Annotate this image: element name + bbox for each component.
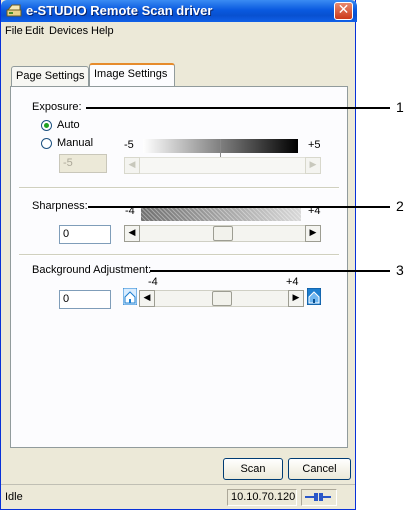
exposure-manual-radio[interactable]: [41, 138, 52, 149]
exposure-scroll-left-button[interactable]: ◀: [124, 157, 140, 174]
exposure-manual-label: Manual: [57, 137, 94, 149]
background-max-label: +4: [286, 276, 299, 288]
scan-driver-window: e-STUDIO Remote Scan driver ✕ File Edit …: [0, 0, 357, 510]
callout-number-1: 1: [396, 99, 404, 115]
exposure-label: Exposure:: [32, 101, 82, 113]
sharpness-value-field[interactable]: 0: [59, 225, 111, 244]
scanner-app-icon: [6, 4, 22, 17]
callout-line-2: [88, 206, 390, 208]
exposure-scroll-right-button[interactable]: ▶: [305, 157, 321, 174]
callout-number-2: 2: [396, 198, 404, 214]
sharpness-slider-thumb[interactable]: [213, 226, 233, 241]
tab-image-settings[interactable]: Image Settings: [89, 63, 175, 86]
scan-button[interactable]: Scan: [223, 458, 283, 480]
exposure-auto-label: Auto: [57, 119, 80, 131]
exposure-auto-radio[interactable]: [41, 120, 52, 131]
close-button[interactable]: ✕: [334, 2, 353, 20]
title-bar: e-STUDIO Remote Scan driver ✕: [1, 0, 357, 22]
exposure-value-field[interactable]: -5: [59, 154, 107, 173]
house-light-icon: [123, 288, 137, 305]
exposure-center-tick: [220, 139, 221, 159]
menu-file[interactable]: File: [5, 25, 23, 37]
background-adjustment-label: Background Adjustment:: [32, 264, 152, 276]
sharpness-scroll-right-button[interactable]: ▶: [305, 225, 321, 242]
status-bar: Idle 10.10.70.120: [1, 484, 355, 508]
sharpness-label: Sharpness:: [32, 200, 88, 212]
section-divider: [19, 187, 339, 189]
exposure-max-label: +5: [308, 139, 321, 151]
callout-line-3: [150, 270, 390, 272]
background-slider-thumb[interactable]: [212, 291, 232, 306]
cancel-button[interactable]: Cancel: [288, 458, 351, 480]
image-settings-panel: Exposure: Auto Manual -5 -5 +5 ◀ ▶ Sharp…: [10, 86, 348, 448]
window-title: e-STUDIO Remote Scan driver: [26, 3, 213, 18]
exposure-min-label: -5: [124, 139, 134, 151]
status-connection-cell: [301, 489, 337, 506]
menu-devices[interactable]: Devices: [49, 25, 88, 37]
menu-bar: File Edit Devices Help: [1, 22, 355, 40]
background-min-label: -4: [148, 276, 158, 288]
callout-number-3: 3: [396, 262, 404, 278]
callout-line-1: [86, 107, 390, 109]
status-text: Idle: [5, 491, 23, 503]
background-slider[interactable]: ◀ ▶: [139, 290, 304, 307]
menu-edit[interactable]: Edit: [25, 25, 44, 37]
sharpness-gradient-bar: [141, 207, 301, 221]
exposure-slider[interactable]: ◀ ▶: [124, 157, 321, 174]
background-scroll-right-button[interactable]: ▶: [288, 290, 304, 307]
sharpness-scroll-left-button[interactable]: ◀: [124, 225, 140, 242]
background-scroll-left-button[interactable]: ◀: [139, 290, 155, 307]
menu-help[interactable]: Help: [91, 25, 114, 37]
background-value-field[interactable]: 0: [59, 290, 111, 309]
status-ip: 10.10.70.120: [227, 489, 297, 506]
sharpness-slider[interactable]: ◀ ▶: [124, 225, 321, 242]
tab-page-settings[interactable]: Page Settings: [11, 66, 89, 86]
section-divider: [19, 254, 339, 256]
connection-icon: [305, 493, 331, 501]
house-dark-icon: [307, 288, 321, 305]
